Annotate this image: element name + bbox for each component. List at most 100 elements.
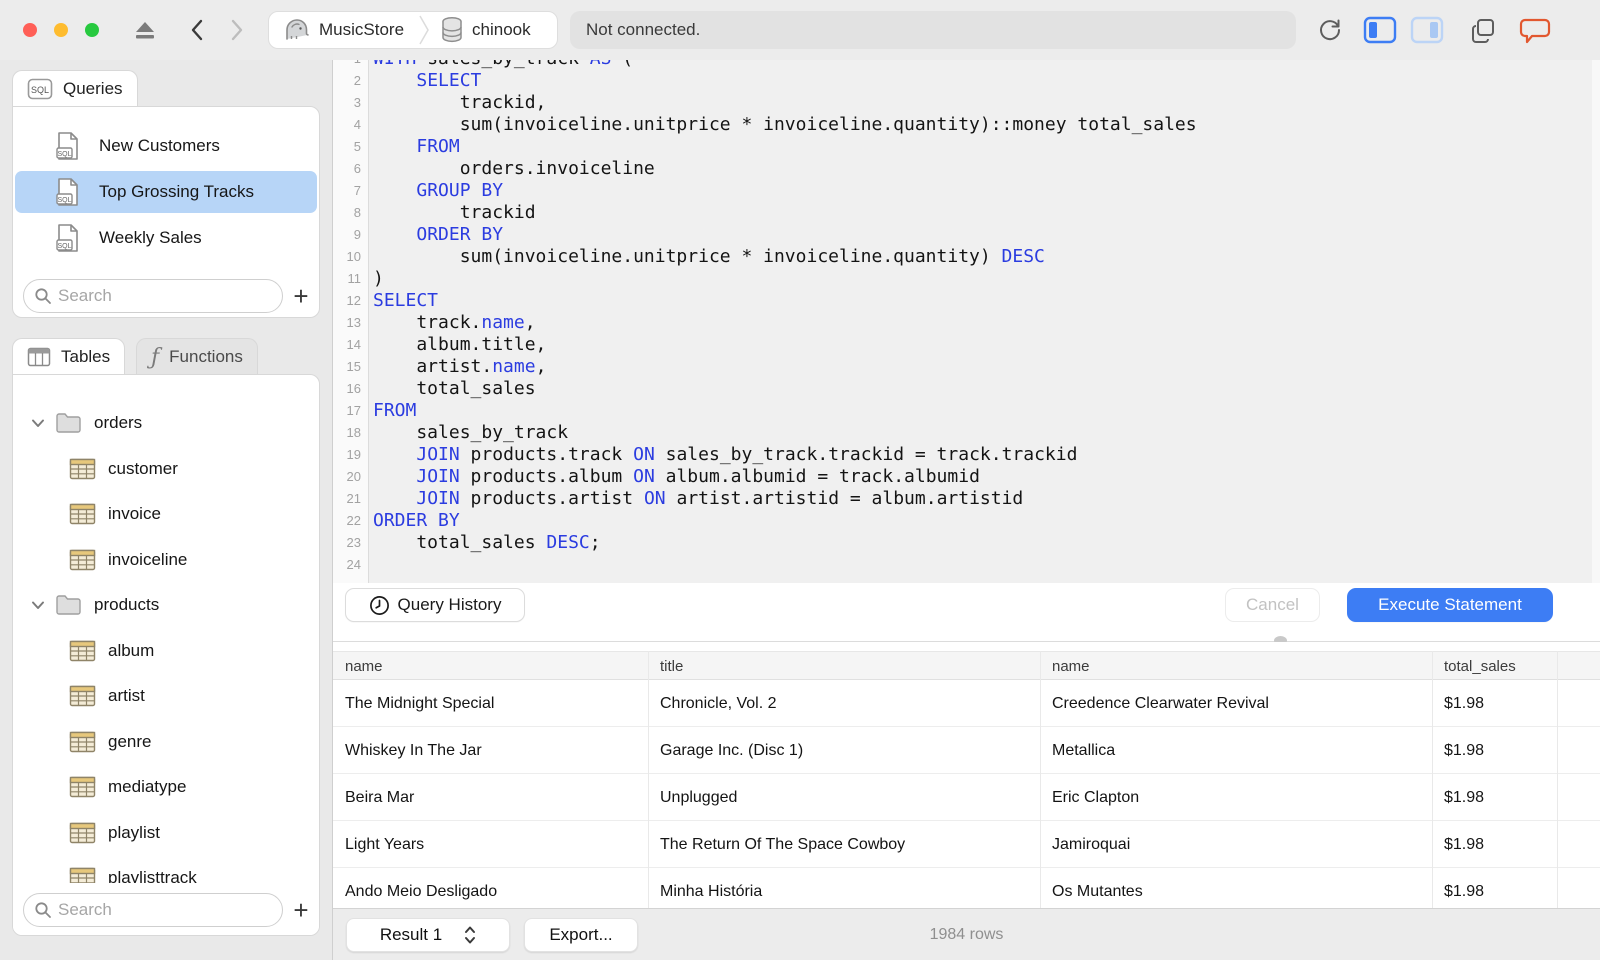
table-cell[interactable]: $1.98	[1432, 868, 1557, 908]
table-cell[interactable]: Metallica	[1040, 727, 1432, 774]
breadcrumb-schema[interactable]: chinook	[472, 20, 531, 40]
table-cell[interactable]: Os Mutantes	[1040, 868, 1432, 908]
tree-table-row[interactable]: customer	[13, 449, 178, 489]
table-cell[interactable]: The Midnight Special	[333, 680, 648, 727]
tree-table-row[interactable]: album	[13, 631, 154, 671]
table-cell[interactable]: Eric Clapton	[1040, 774, 1432, 821]
code-line[interactable]: sum(invoiceline.unitprice * invoiceline.…	[373, 246, 1600, 268]
code-line[interactable]: sales_by_track	[373, 422, 1600, 444]
table-row[interactable]: Beira Mar Unplugged Eric Clapton $1.98	[333, 774, 1600, 821]
eject-icon[interactable]	[128, 14, 162, 46]
queries-search-field[interactable]	[23, 279, 283, 313]
column-header[interactable]: title	[648, 652, 1040, 681]
code-line[interactable]: FROM	[373, 136, 1600, 158]
code-line[interactable]: JOIN products.artist ON artist.artistid …	[373, 488, 1600, 510]
table-row[interactable]: Whiskey In The Jar Garage Inc. (Disc 1) Me…	[333, 727, 1600, 774]
query-list-item[interactable]: SQL Top Grossing Tracks	[15, 171, 317, 213]
table-cell[interactable]: Whiskey In The Jar	[333, 727, 648, 774]
code-line[interactable]: ORDER BY	[373, 510, 1600, 532]
code-line[interactable]: ORDER BY	[373, 224, 1600, 246]
code-line[interactable]: sum(invoiceline.unitprice * invoiceline.…	[373, 114, 1600, 136]
code-line[interactable]: track.name,	[373, 312, 1600, 334]
tree-table-row[interactable]: invoiceline	[13, 540, 187, 580]
table-cell[interactable]: Chronicle, Vol. 2	[648, 680, 1040, 727]
column-divider[interactable]	[1040, 651, 1041, 908]
code-line[interactable]: orders.invoiceline	[373, 158, 1600, 180]
table-cell[interactable]: Beira Mar	[333, 774, 648, 821]
code-line[interactable]: total_sales DESC;	[373, 532, 1600, 554]
query-list-item[interactable]: SQL New Customers	[15, 125, 317, 167]
windows-icon[interactable]	[1466, 14, 1500, 46]
editor-scrollbar[interactable]	[1592, 60, 1600, 583]
code-line[interactable]: trackid,	[373, 92, 1600, 114]
toggle-left-sidebar-icon[interactable]	[1363, 14, 1397, 46]
table-row[interactable]: Light Years The Return Of The Space Cowbo…	[333, 821, 1600, 868]
table-row[interactable]: The Midnight Special Chronicle, Vol. 2 Cre…	[333, 680, 1600, 727]
table-cell[interactable]: Ando Meio Desligado	[333, 868, 648, 908]
refresh-icon[interactable]	[1313, 14, 1347, 46]
table-cell[interactable]: Garage Inc. (Disc 1)	[648, 727, 1040, 774]
tree-table-row[interactable]: genre	[13, 722, 151, 762]
code-line[interactable]: FROM	[373, 400, 1600, 422]
column-header[interactable]: name	[333, 652, 648, 681]
sql-code[interactable]: WITH sales_by_track AS ( SELECT trackid,…	[373, 60, 1600, 576]
cancel-button[interactable]: Cancel	[1225, 588, 1320, 622]
table-cell[interactable]: The Return Of The Space Cowboy	[648, 821, 1040, 868]
minimize-window-button[interactable]	[54, 23, 68, 37]
code-line[interactable]: artist.name,	[373, 356, 1600, 378]
table-row[interactable]: Ando Meio Desligado Minha História Os Muta…	[333, 868, 1600, 908]
table-cell[interactable]: $1.98	[1432, 680, 1557, 727]
add-query-button[interactable]: +	[287, 279, 315, 313]
tables-search-field[interactable]	[23, 893, 283, 927]
forward-button[interactable]	[220, 14, 254, 46]
tab-functions[interactable]: ƒ Functions	[136, 338, 258, 375]
chevron-down-icon[interactable]	[31, 418, 45, 428]
add-table-button[interactable]: +	[287, 893, 315, 927]
column-header[interactable]: total_sales	[1432, 652, 1557, 681]
code-line[interactable]: WITH sales_by_track AS (	[373, 60, 1600, 70]
code-line[interactable]: )	[373, 268, 1600, 290]
table-cell[interactable]: Minha História	[648, 868, 1040, 908]
execute-statement-button[interactable]: Execute Statement	[1347, 588, 1553, 622]
query-history-button[interactable]: Query History	[345, 588, 525, 622]
sql-editor[interactable]: 123456789101112131415161718192021222324 …	[333, 60, 1600, 583]
code-line[interactable]: trackid	[373, 202, 1600, 224]
tree-table-row[interactable]: playlist	[13, 813, 160, 853]
code-line[interactable]: GROUP BY	[373, 180, 1600, 202]
column-divider[interactable]	[1432, 651, 1433, 908]
table-cell[interactable]: Light Years	[333, 821, 648, 868]
code-line[interactable]	[373, 554, 1600, 576]
tree-folder-row[interactable]: products	[13, 585, 159, 625]
tree-folder-row[interactable]: orders	[13, 403, 142, 443]
code-line[interactable]: JOIN products.track ON sales_by_track.tr…	[373, 444, 1600, 466]
table-cell[interactable]: Unplugged	[648, 774, 1040, 821]
code-line[interactable]: SELECT	[373, 290, 1600, 312]
zoom-window-button[interactable]	[85, 23, 99, 37]
tree-table-row[interactable]: mediatype	[13, 767, 186, 807]
tree-table-row[interactable]: artist	[13, 676, 145, 716]
breadcrumb-database[interactable]: MusicStore	[319, 20, 404, 40]
tree-table-row[interactable]: invoice	[13, 494, 161, 534]
close-window-button[interactable]	[23, 23, 37, 37]
queries-search-input[interactable]	[58, 286, 257, 306]
code-line[interactable]: SELECT	[373, 70, 1600, 92]
code-line[interactable]: JOIN products.album ON album.albumid = t…	[373, 466, 1600, 488]
feedback-chat-icon[interactable]	[1518, 14, 1552, 46]
back-button[interactable]	[180, 14, 214, 46]
code-line[interactable]: album.title,	[373, 334, 1600, 356]
tab-queries[interactable]: SQL Queries	[12, 70, 138, 107]
chevron-down-icon[interactable]	[31, 600, 45, 610]
column-divider[interactable]	[648, 651, 649, 908]
tables-search-input[interactable]	[58, 900, 257, 920]
table-cell[interactable]: $1.98	[1432, 774, 1557, 821]
table-cell[interactable]: Creedence Clearwater Revival	[1040, 680, 1432, 727]
code-line[interactable]: total_sales	[373, 378, 1600, 400]
table-cell[interactable]: $1.98	[1432, 727, 1557, 774]
tab-tables[interactable]: Tables	[12, 338, 126, 375]
table-cell[interactable]: Jamiroquai	[1040, 821, 1432, 868]
query-list-item[interactable]: SQL Weekly Sales	[15, 217, 317, 259]
toggle-right-sidebar-icon[interactable]	[1410, 14, 1444, 46]
column-divider[interactable]	[1557, 651, 1558, 908]
table-cell[interactable]: $1.98	[1432, 821, 1557, 868]
column-header[interactable]: name	[1040, 652, 1432, 681]
